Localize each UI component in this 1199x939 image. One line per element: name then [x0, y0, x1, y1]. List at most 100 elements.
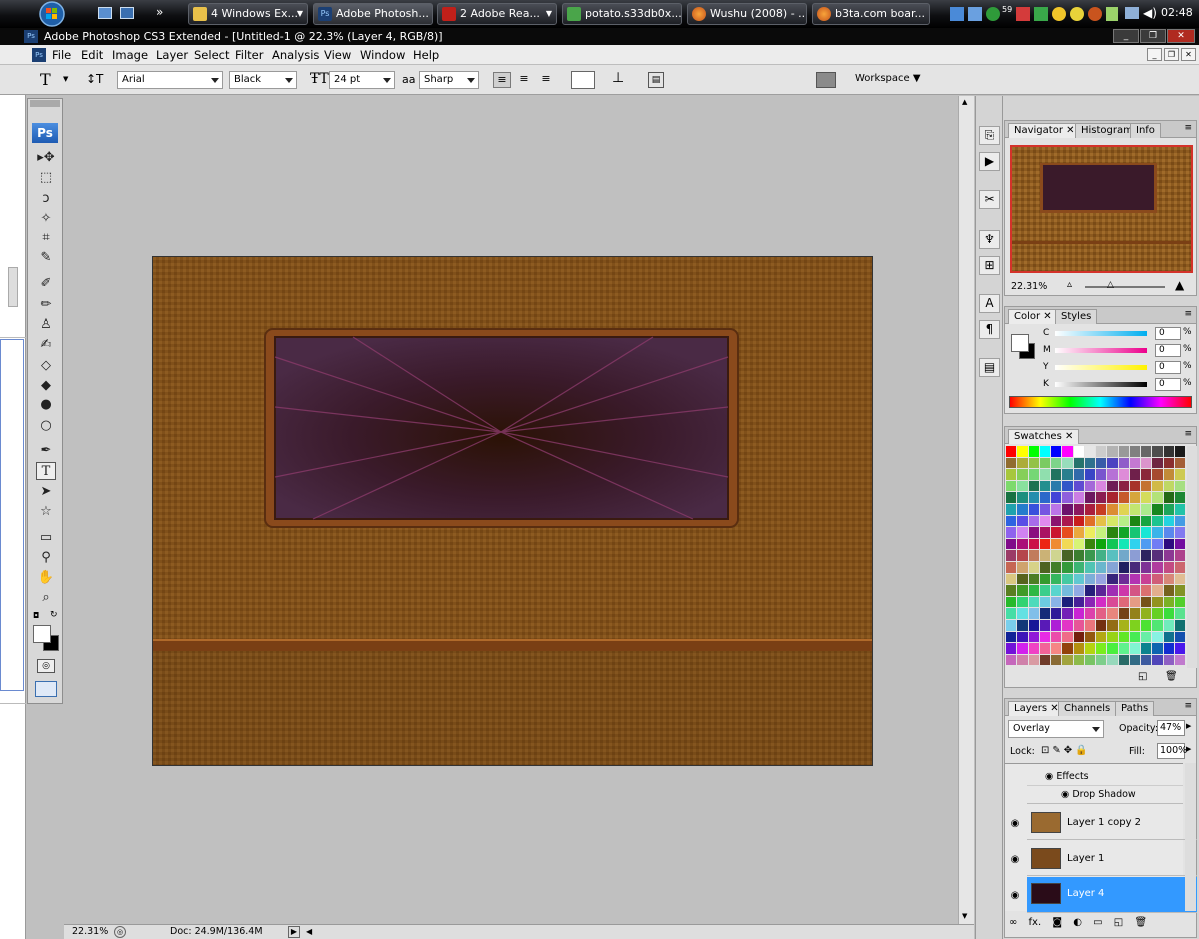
- swatch[interactable]: [1006, 457, 1017, 469]
- marquee-tool-icon[interactable]: ⬚: [36, 169, 56, 187]
- swatch[interactable]: [1073, 527, 1084, 538]
- swatch[interactable]: [1017, 538, 1028, 550]
- taskbar-button-acrobat[interactable]: 2 Adobe Rea... ▼: [437, 3, 557, 25]
- swatch[interactable]: [1152, 596, 1163, 608]
- swatch[interactable]: [1174, 527, 1185, 538]
- swatch[interactable]: [1062, 562, 1073, 573]
- quick-mask-icon[interactable]: ◎: [37, 659, 55, 673]
- brushes-panel-icon[interactable]: ♆: [979, 230, 1000, 249]
- menu-view[interactable]: View: [324, 48, 351, 62]
- swatch[interactable]: [1006, 515, 1017, 527]
- swatch[interactable]: [1017, 504, 1028, 515]
- swatch[interactable]: [1107, 504, 1118, 515]
- swatch[interactable]: [1028, 538, 1039, 550]
- swatch[interactable]: [1107, 620, 1118, 631]
- swatch[interactable]: [1174, 538, 1185, 550]
- swatch[interactable]: [1174, 446, 1185, 457]
- blur-tool-icon[interactable]: ●: [36, 396, 56, 414]
- swatch[interactable]: [1017, 608, 1028, 619]
- swatch[interactable]: [1107, 538, 1118, 550]
- layer-row-selected[interactable]: Layer 4: [1027, 877, 1197, 913]
- swatch[interactable]: [1129, 596, 1140, 608]
- tab-channels[interactable]: Channels: [1058, 701, 1117, 716]
- swatch[interactable]: [1163, 585, 1174, 596]
- swatch[interactable]: [1006, 550, 1017, 561]
- swatch[interactable]: [1028, 480, 1039, 492]
- channel-y-slider[interactable]: [1055, 365, 1147, 370]
- photoshop-logo[interactable]: Ps: [32, 123, 58, 143]
- eye-icon[interactable]: ◉: [1008, 890, 1022, 902]
- swatch[interactable]: [1051, 492, 1062, 503]
- brush-tool-icon[interactable]: ✏: [36, 296, 56, 314]
- swatch[interactable]: [1174, 457, 1185, 469]
- type-tool-icon[interactable]: T: [36, 462, 56, 480]
- swatch[interactable]: [1129, 492, 1140, 503]
- tab-swatches[interactable]: Swatches ✕: [1008, 429, 1080, 444]
- swatch[interactable]: [1028, 573, 1039, 585]
- swatch[interactable]: [1039, 504, 1050, 515]
- magic-wand-tool-icon[interactable]: ✧: [36, 210, 56, 228]
- type-tool-icon[interactable]: T: [40, 70, 51, 89]
- swatch[interactable]: [1028, 527, 1039, 538]
- menu-edit[interactable]: Edit: [81, 48, 103, 62]
- swatch[interactable]: [1129, 573, 1140, 585]
- swatch[interactable]: [1107, 457, 1118, 469]
- swatch[interactable]: [1174, 562, 1185, 573]
- swatch[interactable]: [1141, 585, 1152, 596]
- swatch[interactable]: [1152, 480, 1163, 492]
- swatch[interactable]: [1006, 492, 1017, 503]
- swatch[interactable]: [1163, 504, 1174, 515]
- zoom-tool-icon[interactable]: ⌕: [36, 589, 56, 607]
- swatch[interactable]: [1062, 608, 1073, 619]
- swatch[interactable]: [1051, 608, 1062, 619]
- swatch[interactable]: [1028, 446, 1039, 457]
- swatch[interactable]: [1107, 550, 1118, 561]
- swatch[interactable]: [1006, 654, 1017, 666]
- swatch[interactable]: [1163, 643, 1174, 654]
- tab-navigator[interactable]: Navigator ✕: [1008, 123, 1081, 138]
- swatch[interactable]: [1152, 654, 1163, 666]
- close-icon[interactable]: ✕: [1065, 431, 1073, 442]
- channel-m-slider[interactable]: [1055, 348, 1147, 353]
- swatch[interactable]: [1129, 527, 1140, 538]
- volume-icon[interactable]: ◀): [1143, 6, 1157, 20]
- swatch[interactable]: [1084, 562, 1095, 573]
- swatch[interactable]: [1129, 608, 1140, 619]
- channel-y-value[interactable]: 0: [1155, 361, 1181, 374]
- swatch[interactable]: [1107, 446, 1118, 457]
- status-menu-arrow-icon[interactable]: ▶: [288, 926, 300, 938]
- close-icon[interactable]: ✕: [1066, 125, 1074, 136]
- swatch[interactable]: [1163, 631, 1174, 643]
- eraser-tool-icon[interactable]: ◇: [36, 357, 56, 375]
- lasso-tool-icon[interactable]: ↄ: [36, 190, 56, 208]
- clock[interactable]: 02:48: [1161, 6, 1193, 19]
- swatch[interactable]: [1152, 492, 1163, 503]
- swatch[interactable]: [1163, 550, 1174, 561]
- swatch[interactable]: [1051, 457, 1062, 469]
- swatch[interactable]: [1107, 515, 1118, 527]
- display-icon[interactable]: [1125, 7, 1139, 19]
- eyedropper-tool-icon[interactable]: ⚲: [36, 549, 56, 567]
- swatch[interactable]: [1096, 631, 1107, 643]
- swatch[interactable]: [1062, 480, 1073, 492]
- swatch[interactable]: [1073, 492, 1084, 503]
- swatch[interactable]: [1141, 573, 1152, 585]
- tab-layers[interactable]: Layers ✕: [1008, 701, 1065, 716]
- swatch[interactable]: [1174, 585, 1185, 596]
- swatch[interactable]: [1152, 608, 1163, 619]
- swatch[interactable]: [1152, 585, 1163, 596]
- swatch[interactable]: [1141, 596, 1152, 608]
- restore-icon[interactable]: ❐: [1140, 29, 1166, 43]
- taskbar-button-potato[interactable]: potato.s33db0x...: [562, 3, 682, 25]
- history-brush-tool-icon[interactable]: ✍: [36, 336, 56, 354]
- text-color-swatch[interactable]: [571, 71, 595, 89]
- eye-icon[interactable]: ◉: [1045, 771, 1053, 782]
- power-icon[interactable]: [986, 7, 1000, 21]
- swatch[interactable]: [1152, 562, 1163, 573]
- swatch[interactable]: [1107, 643, 1118, 654]
- effect-drop-shadow-row[interactable]: ◉ Drop Shadow: [1027, 786, 1183, 804]
- swatch[interactable]: [1039, 480, 1050, 492]
- align-center-icon[interactable]: ≡: [515, 72, 533, 88]
- swatch[interactable]: [1084, 527, 1095, 538]
- swatch[interactable]: [1096, 573, 1107, 585]
